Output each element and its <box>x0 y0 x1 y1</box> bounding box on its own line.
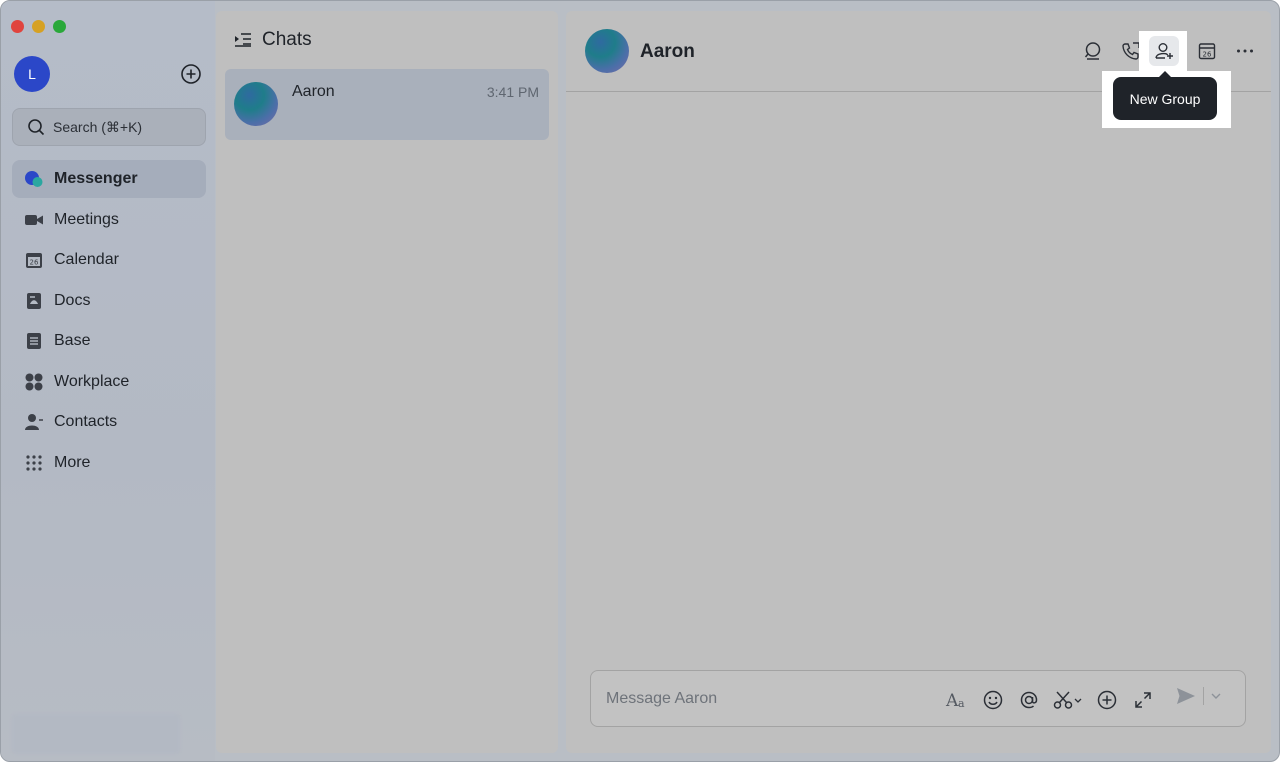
contacts-icon <box>24 412 44 432</box>
sidebar: L Search (⌘+K) Messenger Meetings 26 Cal… <box>1 1 215 761</box>
search-button[interactable]: Search (⌘+K) <box>12 108 206 146</box>
mention-button[interactable] <box>1011 685 1047 715</box>
new-group-icon <box>1155 43 1173 59</box>
expand-composer-button[interactable] <box>1125 685 1161 715</box>
sidebar-item-messenger[interactable]: Messenger <box>12 160 206 198</box>
sidebar-item-contacts[interactable]: Contacts <box>12 403 206 441</box>
video-camera-icon <box>24 210 44 230</box>
sidebar-item-label: Calendar <box>54 251 119 268</box>
add-icon <box>1097 690 1117 710</box>
format-button[interactable]: A a <box>939 685 975 715</box>
sidebar-footer <box>12 714 180 754</box>
plus-circle-icon <box>181 64 201 84</box>
divider <box>1203 687 1204 705</box>
new-group-button[interactable] <box>1149 36 1179 66</box>
search-chat-icon <box>1084 42 1101 60</box>
zoom-window-button[interactable] <box>53 20 66 33</box>
sidebar-item-docs[interactable]: Docs <box>12 282 206 320</box>
expand-icon <box>1135 692 1151 708</box>
dots-grid-icon <box>24 453 44 473</box>
svg-text:a: a <box>958 697 965 710</box>
sidebar-item-calendar[interactable]: 26 Calendar <box>12 241 206 279</box>
minimize-window-button[interactable] <box>32 20 45 33</box>
chevron-down-icon[interactable] <box>1210 690 1222 702</box>
search-chat-button[interactable] <box>1074 37 1112 65</box>
app-window: L Search (⌘+K) Messenger Meetings 26 Cal… <box>0 0 1280 762</box>
new-group-tooltip: New Group <box>1113 71 1217 120</box>
grid-apps-icon <box>24 372 44 392</box>
composer-placeholder: Message Aaron <box>606 690 718 707</box>
sidebar-item-label: Messenger <box>54 170 138 187</box>
more-button[interactable] <box>1226 37 1264 65</box>
sidebar-item-more[interactable]: More <box>12 444 206 482</box>
call-icon <box>1122 42 1140 60</box>
screenshot-button[interactable] <box>1047 685 1089 715</box>
messenger-icon <box>24 169 44 189</box>
close-window-button[interactable] <box>11 20 24 33</box>
search-icon <box>28 119 45 136</box>
chat-item-aaron[interactable]: Aaron 3:41 PM <box>225 69 549 140</box>
add-attachment-button[interactable] <box>1089 685 1125 715</box>
avatar <box>234 82 278 126</box>
svg-text:26: 26 <box>1203 51 1212 59</box>
chat-list-title: Chats <box>262 29 312 50</box>
mention-icon <box>1020 691 1038 709</box>
sidebar-item-base[interactable]: Base <box>12 322 206 360</box>
sidebar-item-label: Workplace <box>54 372 130 390</box>
chat-list-header: Chats <box>234 29 312 51</box>
more-icon <box>1237 49 1253 53</box>
sidebar-item-label: Docs <box>54 291 91 309</box>
calendar-icon: 26 <box>24 250 44 270</box>
calendar-button[interactable]: 26 <box>1188 37 1226 65</box>
sidebar-item-workplace[interactable]: Workplace <box>12 363 206 401</box>
send-controls <box>1175 685 1222 707</box>
emoji-button[interactable] <box>975 685 1011 715</box>
send-icon[interactable] <box>1175 685 1197 707</box>
sidebar-item-label: More <box>54 453 91 471</box>
sidebar-nav: Messenger Meetings 26 Calendar Docs Base… <box>12 160 206 484</box>
sidebar-item-label: Base <box>54 332 91 349</box>
sidebar-item-label: Meetings <box>54 210 119 228</box>
window-controls <box>11 20 66 33</box>
message-composer[interactable]: Message Aaron A a <box>590 670 1246 727</box>
sidebar-item-label: Contacts <box>54 413 118 430</box>
composer-tools: A a <box>939 685 1161 715</box>
collapse-list-icon[interactable] <box>234 32 252 48</box>
base-icon <box>24 331 44 351</box>
docs-icon <box>24 291 44 311</box>
chat-item-time: 3:41 PM <box>486 84 539 100</box>
sidebar-item-meetings[interactable]: Meetings <box>12 201 206 239</box>
avatar[interactable] <box>585 29 629 73</box>
svg-text:26: 26 <box>30 259 39 267</box>
user-avatar[interactable]: L <box>14 56 50 92</box>
svg-text:A: A <box>945 691 959 710</box>
chat-item-name: Aaron <box>292 83 335 100</box>
format-icon: A a <box>945 691 965 710</box>
calendar-icon: 26 <box>1198 43 1216 60</box>
chat-list-panel: Chats Aaron 3:41 PM <box>216 11 558 753</box>
search-label: Search (⌘+K) <box>53 118 143 135</box>
emoji-icon <box>983 690 1003 710</box>
screenshot-icon <box>1053 691 1082 709</box>
create-button[interactable] <box>180 63 202 85</box>
conversation-title[interactable]: Aaron <box>640 41 695 63</box>
